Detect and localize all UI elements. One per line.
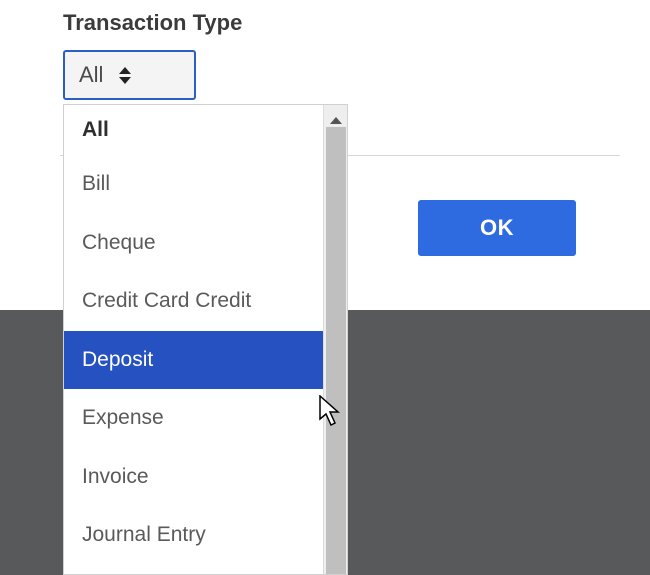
select-value: All <box>79 62 103 88</box>
dropdown-item-invoice[interactable]: Invoice <box>64 448 323 507</box>
dropdown-list: All Bill Cheque Credit Card Credit Depos… <box>64 105 347 574</box>
dropdown-scrollbar[interactable] <box>323 105 347 574</box>
transaction-type-select[interactable]: All <box>63 50 196 100</box>
ok-button[interactable]: OK <box>418 200 576 256</box>
dropdown-item-label: All <box>82 118 109 142</box>
dropdown-item-deposit[interactable]: Deposit <box>64 331 323 390</box>
dropdown-item-all[interactable]: All <box>64 105 323 155</box>
dropdown-item-label: Credit Card Credit <box>82 289 251 313</box>
dropdown-item-credit-card-credit[interactable]: Credit Card Credit <box>64 272 323 331</box>
dropdown-item-cheque[interactable]: Cheque <box>64 214 323 273</box>
transaction-type-dropdown[interactable]: All Bill Cheque Credit Card Credit Depos… <box>63 104 348 575</box>
dropdown-item-label: Bill <box>82 172 110 196</box>
dropdown-item-label: Deposit <box>82 348 153 372</box>
dropdown-item-label: Invoice <box>82 465 149 489</box>
dropdown-item-expense[interactable]: Expense <box>64 389 323 448</box>
dropdown-item-bill[interactable]: Bill <box>64 155 323 214</box>
dropdown-item-label: Journal Entry <box>82 523 206 547</box>
dropdown-item-journal-entry[interactable]: Journal Entry <box>64 506 323 565</box>
scrollbar-thumb[interactable] <box>326 127 346 574</box>
sort-icon <box>119 67 131 84</box>
transaction-type-label: Transaction Type <box>63 10 242 36</box>
dropdown-item-label: Expense <box>82 406 164 430</box>
dropdown-item-label: Cheque <box>82 231 156 255</box>
